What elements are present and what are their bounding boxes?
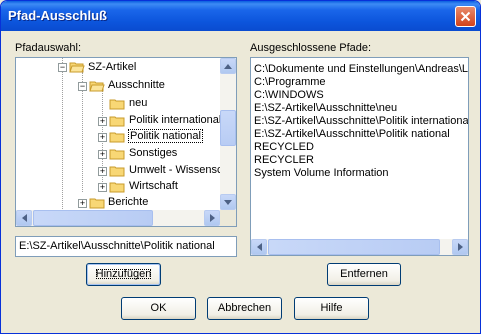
folder-tree[interactable]: − SZ-Artikel − Ausschnitte neu + Politik…: [15, 57, 237, 227]
arrow-down-icon: [224, 199, 232, 205]
scroll-thumb[interactable]: [220, 110, 236, 146]
tree-expander[interactable]: +: [98, 167, 107, 176]
tree-item-sz-artikel[interactable]: SZ-Artikel: [88, 59, 136, 75]
excluded-paths-list[interactable]: C:\Dokumente und Einstellungen\Andreas\L…: [250, 57, 469, 256]
folder-icon: [89, 198, 105, 209]
tree-expander[interactable]: +: [98, 133, 107, 142]
close-button[interactable]: [455, 6, 476, 27]
tree-item-politik-national[interactable]: Politik national: [128, 129, 203, 143]
arrow-left-icon: [21, 214, 27, 222]
scroll-left-button[interactable]: [251, 239, 267, 255]
tree-item-politik-national-wrap: Politik national: [128, 128, 203, 144]
folder-open-icon: [69, 62, 85, 73]
arrow-left-icon: [256, 243, 262, 251]
arrow-right-icon: [209, 214, 215, 222]
scroll-up-button[interactable]: [220, 58, 236, 74]
folder-icon: [109, 132, 125, 143]
excluded-paths-label: Ausgeschlossene Pfade:: [250, 42, 372, 54]
tree-item-politik-international[interactable]: Politik international: [129, 112, 221, 128]
folder-icon: [109, 149, 125, 160]
tree-item-neu[interactable]: neu: [129, 95, 147, 111]
scroll-left-button[interactable]: [16, 210, 32, 226]
scroll-right-button[interactable]: [204, 210, 220, 226]
folder-icon: [109, 166, 125, 177]
folder-icon: [109, 116, 125, 127]
title-bar[interactable]: Pfad-Ausschluß: [1, 1, 480, 31]
path-selection-label: Pfadauswahl:: [15, 42, 82, 54]
scroll-thumb[interactable]: [33, 210, 153, 226]
cancel-button[interactable]: Abbrechen: [207, 297, 282, 320]
list-item[interactable]: System Volume Information: [254, 165, 389, 181]
tree-vertical-scrollbar[interactable]: [220, 58, 236, 210]
remove-button[interactable]: Entfernen: [327, 263, 401, 286]
ok-button[interactable]: OK: [121, 297, 196, 320]
tree-expander[interactable]: −: [78, 82, 87, 91]
scroll-down-button[interactable]: [220, 194, 236, 210]
scroll-right-button[interactable]: [452, 239, 468, 255]
dialog-window: Pfad-Ausschluß Pfadauswahl: − SZ-Artikel…: [0, 0, 481, 334]
tree-expander[interactable]: +: [98, 150, 107, 159]
tree-expander[interactable]: +: [78, 199, 87, 208]
scroll-thumb[interactable]: [268, 239, 440, 255]
list-horizontal-scrollbar[interactable]: [251, 239, 468, 255]
help-button[interactable]: Hilfe: [294, 297, 369, 320]
folder-icon: [109, 182, 125, 193]
arrow-up-icon: [224, 63, 232, 69]
tree-line: [62, 58, 63, 213]
tree-expander[interactable]: +: [98, 117, 107, 126]
tree-item-umwelt-wissenschaft[interactable]: Umwelt - Wissensc: [129, 162, 223, 178]
folder-icon: [109, 99, 125, 110]
tree-item-wirtschaft[interactable]: Wirtschaft: [129, 178, 178, 194]
tree-item-ausschnitte[interactable]: Ausschnitte: [108, 77, 165, 93]
selected-path-field[interactable]: E:\SZ-Artikel\Ausschnitte\Politik nation…: [15, 236, 237, 257]
tree-item-berichte[interactable]: Berichte: [108, 194, 148, 210]
tree-expander[interactable]: +: [98, 183, 107, 192]
add-button-label: Hinzufügen: [93, 266, 155, 282]
folder-open-icon: [89, 81, 105, 92]
tree-item-sonstiges[interactable]: Sonstiges: [129, 145, 177, 161]
add-button[interactable]: Hinzufügen: [86, 263, 161, 286]
tree-expander[interactable]: −: [58, 63, 67, 72]
close-icon: [460, 11, 471, 22]
arrow-right-icon: [457, 243, 463, 251]
window-title: Pfad-Ausschluß: [8, 8, 107, 23]
tree-horizontal-scrollbar[interactable]: [16, 210, 220, 226]
scroll-corner: [220, 210, 236, 226]
